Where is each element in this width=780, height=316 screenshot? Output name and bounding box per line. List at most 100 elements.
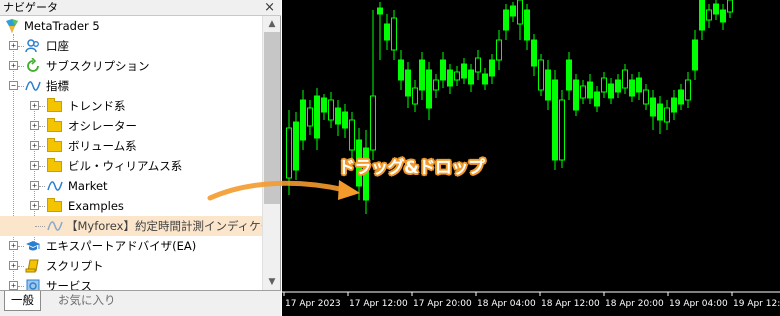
- tab-general[interactable]: 一般: [4, 291, 41, 311]
- candle-body: [573, 79, 579, 111]
- drag-and-drop-label: ドラッグ&ドロップ: [338, 158, 485, 178]
- candle-body: [706, 9, 712, 21]
- candle-body: [594, 91, 600, 107]
- candle-body: [342, 111, 348, 129]
- tree-line: [18, 266, 24, 267]
- tree-line: [18, 286, 24, 287]
- tree-item-expert-advisors[interactable]: + エキスパートアドバイザ(EA): [0, 236, 262, 256]
- scroll-down-icon[interactable]: ▼: [263, 274, 281, 290]
- candle-body: [657, 103, 663, 121]
- candle-body: [300, 99, 306, 141]
- tree-line: [39, 166, 45, 167]
- tree-line: [39, 146, 45, 147]
- tree-item-trend[interactable]: + トレンド系: [0, 96, 262, 116]
- candle-body: [699, 0, 705, 31]
- tree-item-label: ビル・ウィリアムス系: [68, 159, 183, 173]
- tree-item-volumes[interactable]: + ボリューム系: [0, 136, 262, 156]
- tree-item-bill-williams[interactable]: + ビル・ウィリアムス系: [0, 156, 262, 176]
- candle-body: [489, 59, 495, 77]
- tree-item-oscillators[interactable]: + オシレーター: [0, 116, 262, 136]
- x-axis-tick-label: 19 Apr 04:00: [669, 299, 728, 309]
- expand-icon[interactable]: +: [30, 121, 39, 130]
- tree-item-services[interactable]: + サービス: [0, 276, 262, 290]
- tab-favorites[interactable]: お気に入り: [52, 291, 122, 311]
- scrollbar-thumb[interactable]: [264, 32, 280, 204]
- candle-body: [643, 89, 649, 105]
- tree-root-metatrader[interactable]: MetaTrader 5: [0, 16, 262, 36]
- tree-root-label: MetaTrader 5: [24, 19, 100, 33]
- x-axis-tick-label: 18 Apr 12:00: [541, 299, 600, 309]
- candle-body: [622, 69, 628, 89]
- x-axis-tick-label: 17 Apr 20:00: [413, 299, 472, 309]
- tree-item-label: 口座: [46, 39, 69, 53]
- tree-item-examples[interactable]: + Examples: [0, 196, 262, 216]
- tree-line: [35, 226, 45, 227]
- candle-body: [650, 97, 656, 117]
- tree-item-label: サービス: [46, 279, 92, 290]
- indicators-icon: [25, 78, 41, 94]
- candle-body: [531, 39, 537, 67]
- navigator-title: ナビゲータ: [3, 1, 58, 14]
- candle-body: [692, 39, 698, 71]
- expand-icon[interactable]: +: [30, 201, 39, 210]
- tree-item-label: Examples: [68, 199, 124, 213]
- tree-item-market[interactable]: + Market: [0, 176, 262, 196]
- expand-icon[interactable]: +: [30, 141, 39, 150]
- candlestick-series: [286, 0, 733, 214]
- candle-body: [405, 69, 411, 97]
- tree-item-label: ボリューム系: [68, 139, 137, 153]
- expert-icon: [25, 238, 41, 254]
- candle-body: [468, 69, 474, 85]
- tree-item-label: エキスパートアドバイザ(EA): [46, 239, 197, 253]
- candle-body: [517, 0, 523, 25]
- tree-line: [39, 126, 45, 127]
- expand-icon[interactable]: +: [9, 41, 18, 50]
- expand-icon[interactable]: +: [30, 161, 39, 170]
- close-icon[interactable]: ×: [264, 0, 275, 15]
- candle-body: [587, 81, 593, 99]
- tree-item-label: Market: [68, 179, 108, 193]
- tree-item-label: 指標: [46, 79, 69, 93]
- expand-icon[interactable]: +: [9, 261, 18, 270]
- candle-body: [608, 83, 614, 99]
- folder-icon: [47, 118, 63, 134]
- candle-body: [321, 97, 327, 113]
- tree-item-subscriptions[interactable]: + サブスクリプション: [0, 56, 262, 76]
- navigator-scrollbar[interactable]: ▲ ▼: [262, 16, 280, 290]
- expand-icon[interactable]: +: [30, 181, 39, 190]
- x-axis-tick-label: 17 Apr 12:00: [349, 299, 408, 309]
- collapse-icon[interactable]: −: [9, 81, 18, 90]
- candle-body: [433, 79, 439, 91]
- candle-body: [370, 95, 376, 151]
- candle-body: [293, 121, 299, 171]
- candle-body: [440, 59, 446, 81]
- candle-body: [559, 99, 565, 161]
- navigator-titlebar: ナビゲータ ×: [0, 0, 281, 16]
- candle-body: [286, 127, 292, 179]
- tree-line: [39, 206, 45, 207]
- candle-body: [664, 107, 670, 123]
- candle-body: [720, 9, 726, 23]
- tree-item-accounts[interactable]: + 口座: [0, 36, 262, 56]
- candle-body: [412, 87, 418, 105]
- x-axis-tick-label: 18 Apr 04:00: [477, 299, 536, 309]
- candle-body: [475, 57, 481, 73]
- candle-body: [454, 71, 460, 81]
- x-axis-tick-label: 18 Apr 20:00: [605, 299, 664, 309]
- folder-icon: [47, 198, 63, 214]
- candle-body: [335, 107, 341, 125]
- expand-icon[interactable]: +: [9, 281, 18, 290]
- candle-body: [503, 9, 509, 31]
- navigator-tabs: 一般 お気に入り: [0, 290, 281, 316]
- expand-icon[interactable]: +: [9, 241, 18, 250]
- folder-icon: [47, 98, 63, 114]
- expand-icon[interactable]: +: [30, 101, 39, 110]
- tree-item-scripts[interactable]: + スクリプト: [0, 256, 262, 276]
- expand-icon[interactable]: +: [9, 61, 18, 70]
- tree-item-indicators[interactable]: − 指標: [0, 76, 262, 96]
- tree-item-myforex-indicator[interactable]: 【Myforex】約定時間計測インディケータ: [0, 216, 262, 236]
- candle-body: [629, 79, 635, 97]
- tree-item-label: サブスクリプション: [46, 59, 150, 73]
- candle-body: [482, 73, 488, 85]
- scroll-up-icon[interactable]: ▲: [263, 16, 281, 32]
